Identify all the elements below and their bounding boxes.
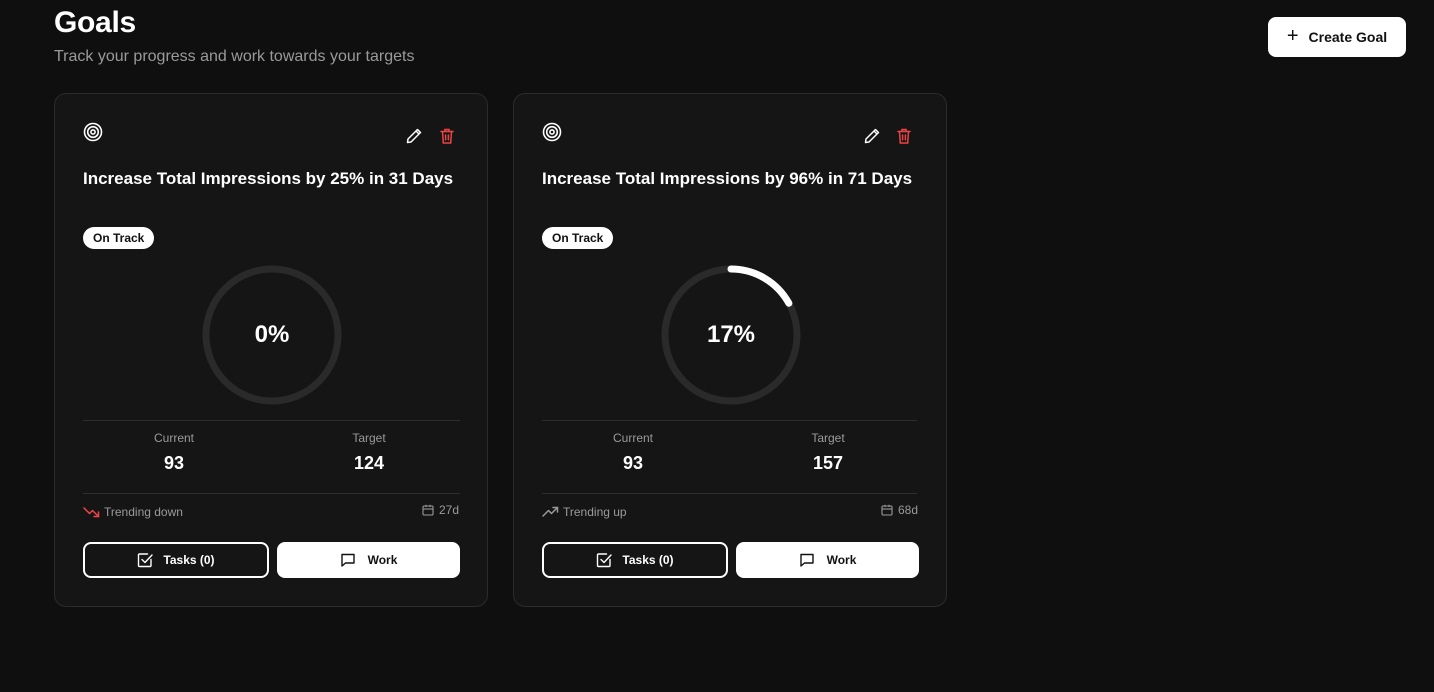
trending-up-icon bbox=[542, 506, 559, 517]
plus-icon: + bbox=[1286, 25, 1299, 47]
goal-title: Increase Total Impressions by 25% in 31 … bbox=[83, 169, 454, 188]
trash-icon[interactable] bbox=[438, 127, 456, 145]
days-text: 68d bbox=[897, 503, 918, 517]
calendar-icon bbox=[881, 504, 893, 516]
progress-percent: 17% bbox=[706, 321, 756, 348]
trend-text: Trending up bbox=[563, 504, 627, 519]
days-text: 27d bbox=[438, 503, 459, 517]
divider bbox=[83, 493, 460, 494]
current-label: Current bbox=[153, 431, 194, 445]
status-badge: On Track bbox=[542, 227, 614, 249]
target-icon bbox=[83, 122, 103, 142]
create-goal-label: Create Goal bbox=[1308, 29, 1388, 45]
divider bbox=[83, 420, 460, 421]
edit-icon[interactable] bbox=[405, 127, 423, 145]
message-icon bbox=[799, 553, 814, 567]
tasks-label: Tasks (0) bbox=[163, 553, 215, 567]
message-icon bbox=[340, 553, 355, 567]
work-button[interactable]: Work bbox=[736, 542, 919, 578]
status-badge: On Track bbox=[83, 227, 155, 249]
work-label: Work bbox=[367, 553, 398, 567]
tasks-button[interactable]: Tasks (0) bbox=[83, 542, 269, 578]
checkbox-icon bbox=[138, 553, 154, 568]
create-goal-button[interactable]: + Create Goal bbox=[1268, 17, 1406, 57]
trend-indicator: Trending up bbox=[542, 503, 627, 520]
checkbox-icon bbox=[597, 553, 613, 568]
edit-icon[interactable] bbox=[863, 127, 881, 145]
tasks-button[interactable]: Tasks (0) bbox=[542, 542, 728, 578]
goal-card: Increase Total Impressions by 25% in 31 … bbox=[54, 93, 488, 607]
target-icon bbox=[542, 122, 562, 142]
work-button[interactable]: Work bbox=[277, 542, 460, 578]
goal-card: Increase Total Impressions by 96% in 71 … bbox=[513, 93, 947, 607]
tasks-label: Tasks (0) bbox=[622, 553, 674, 567]
trending-down-icon bbox=[83, 507, 100, 518]
page-subtitle: Track your progress and work towards you… bbox=[54, 48, 415, 65]
page-title: Goals bbox=[54, 6, 136, 39]
goals-page: Goals Track your progress and work towar… bbox=[0, 0, 1434, 692]
days-remaining: 68d bbox=[881, 503, 918, 517]
days-remaining: 27d bbox=[422, 503, 459, 517]
trend-indicator: Trending down bbox=[83, 503, 183, 520]
current-value: 93 bbox=[622, 453, 644, 473]
target-value: 157 bbox=[812, 453, 844, 473]
current-value: 93 bbox=[163, 453, 185, 473]
progress-percent: 0% bbox=[254, 321, 290, 348]
trash-icon[interactable] bbox=[895, 127, 913, 145]
divider bbox=[542, 493, 917, 494]
target-label: Target bbox=[811, 431, 845, 445]
target-value: 124 bbox=[353, 453, 385, 473]
calendar-icon bbox=[422, 504, 434, 516]
goal-title: Increase Total Impressions by 96% in 71 … bbox=[542, 169, 913, 188]
work-label: Work bbox=[826, 553, 857, 567]
current-label: Current bbox=[612, 431, 653, 445]
divider bbox=[542, 420, 917, 421]
target-label: Target bbox=[352, 431, 386, 445]
trend-text: Trending down bbox=[104, 504, 183, 519]
